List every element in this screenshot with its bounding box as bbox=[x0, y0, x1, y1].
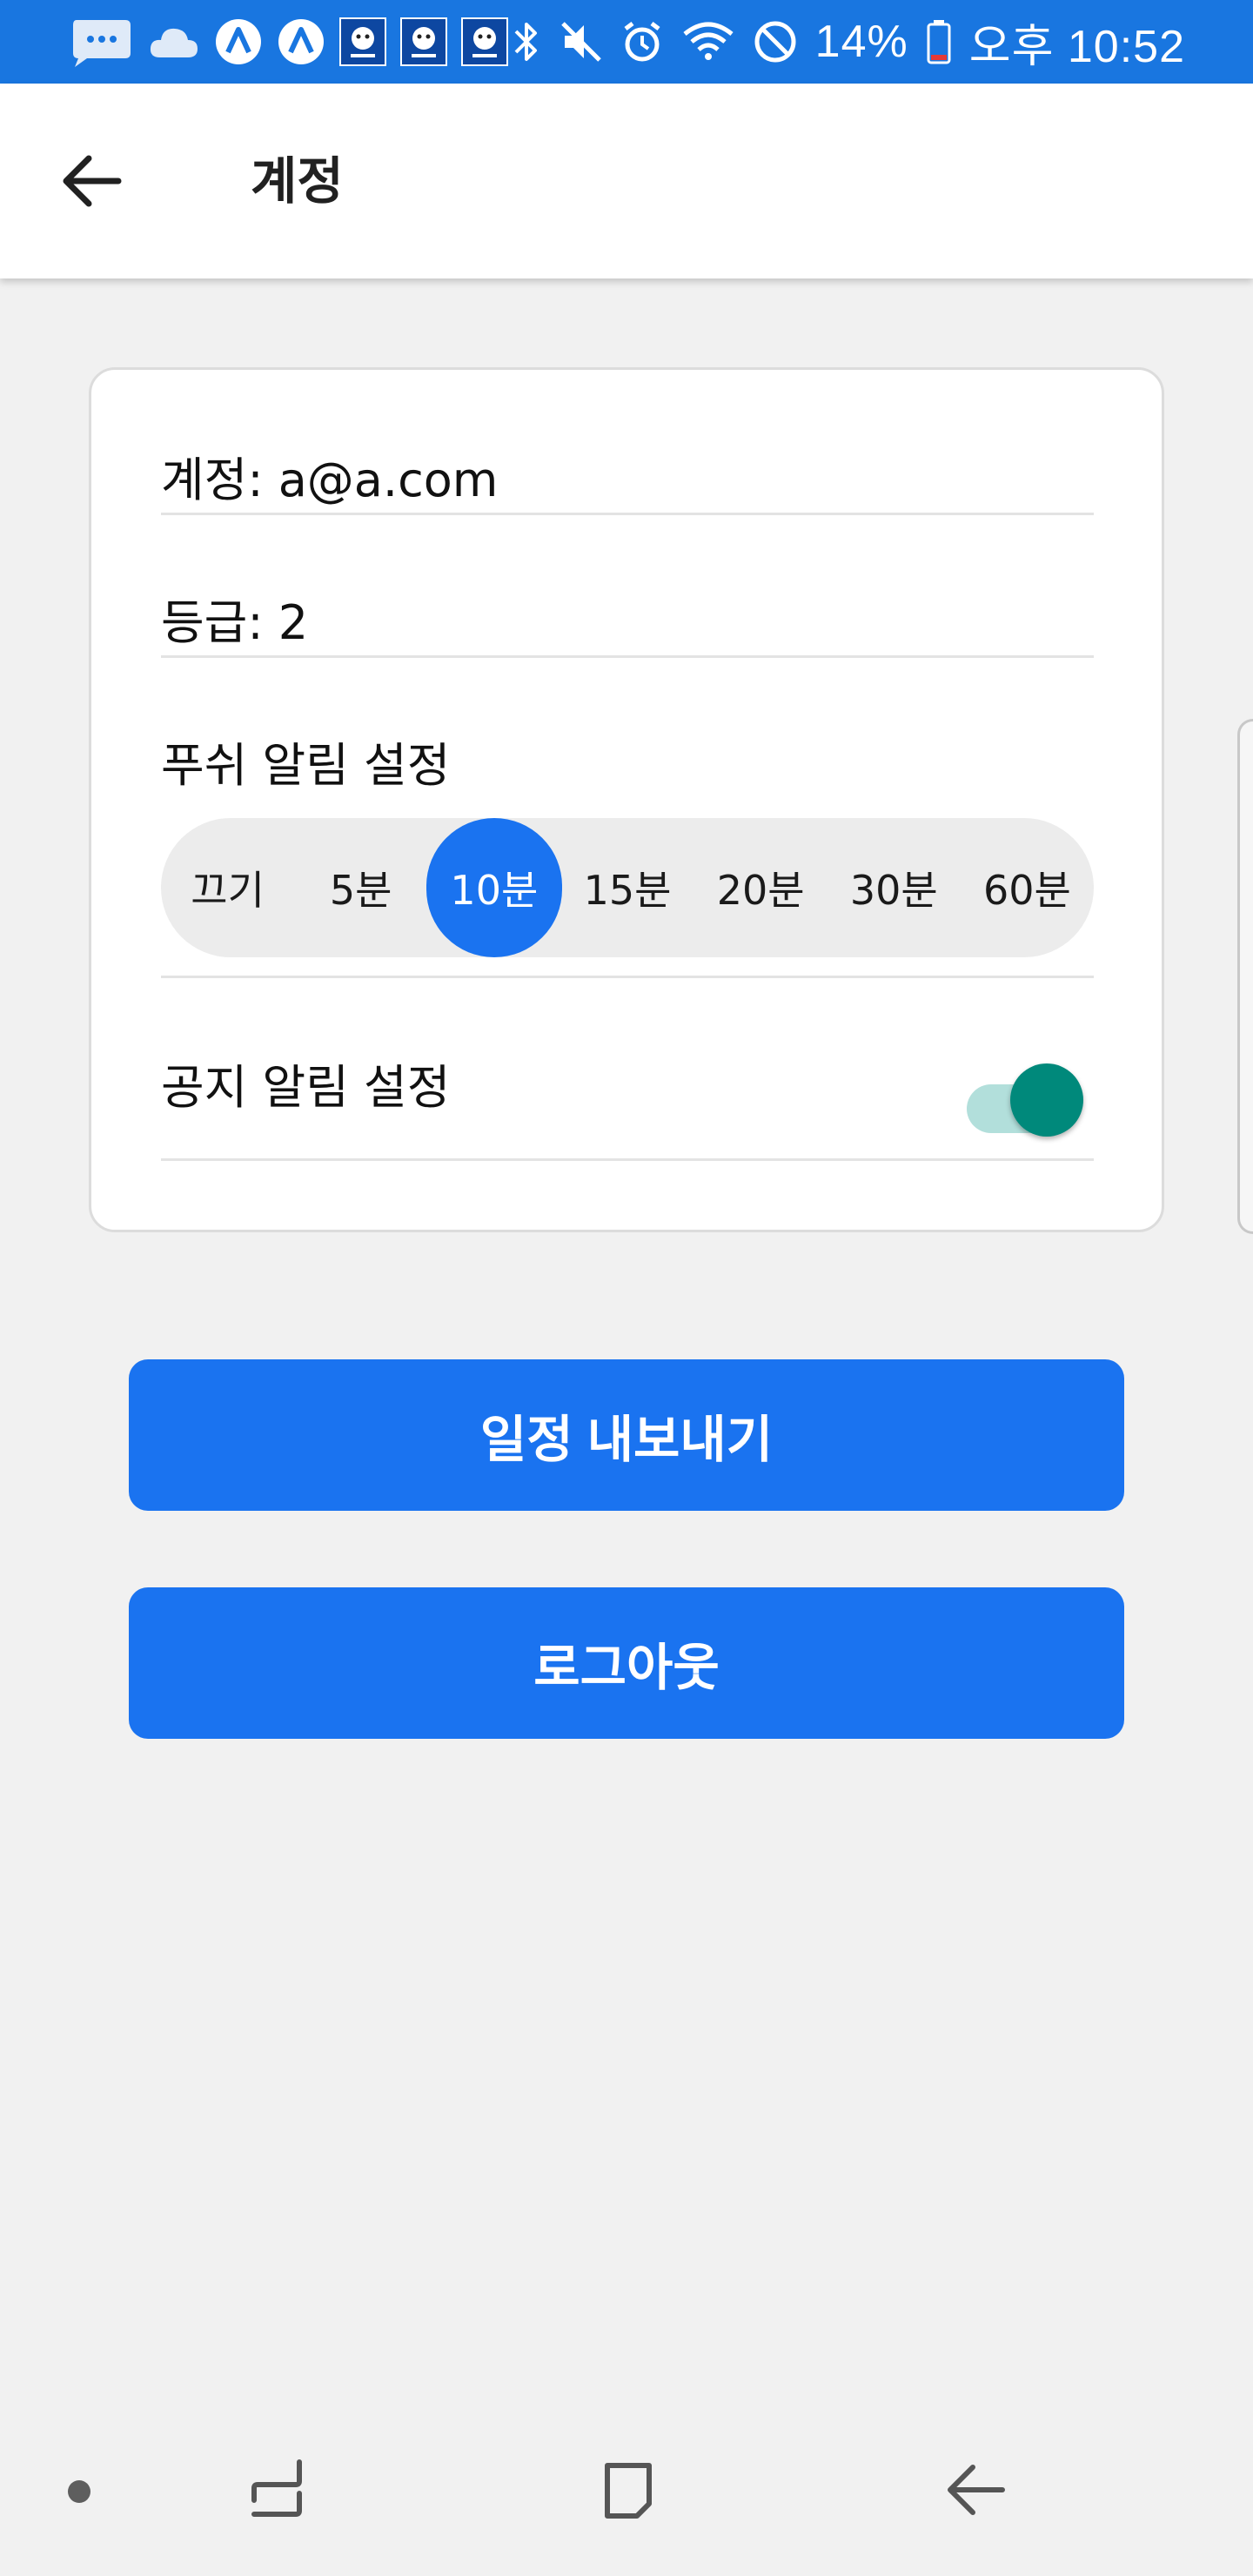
account-grade: 등급: 2 bbox=[161, 595, 309, 650]
divider bbox=[161, 513, 1094, 515]
app-badge-icon bbox=[339, 17, 386, 66]
notice-setting-title: 공지 알림 설정 bbox=[161, 1060, 451, 1115]
back-icon bbox=[948, 2465, 1005, 2515]
chat-bubble-icon bbox=[73, 20, 131, 67]
dot-icon[interactable] bbox=[68, 2480, 90, 2503]
app-badge-icon bbox=[400, 17, 447, 66]
export-schedule-button[interactable]: 일정 내보내기 bbox=[129, 1359, 1124, 1511]
notification-icons bbox=[68, 12, 508, 71]
system-status: 14% 오후 10:52 bbox=[511, 12, 1185, 72]
home-icon bbox=[605, 2463, 652, 2519]
push-option-5min[interactable]: 5분 bbox=[294, 818, 427, 957]
mute-icon bbox=[560, 22, 601, 62]
app-a-icon bbox=[216, 19, 261, 64]
push-option-10min[interactable]: 10분 bbox=[425, 818, 562, 957]
status-bar: 14% 오후 10:52 bbox=[0, 0, 1253, 84]
edge-panel-handle[interactable] bbox=[1237, 719, 1253, 1234]
account-card: 계정: a@a.com 등급: 2 푸쉬 알림 설정 끄기 5분 10분 15분… bbox=[89, 367, 1164, 1232]
cloud-icon bbox=[150, 28, 198, 57]
alarm-icon bbox=[624, 22, 660, 62]
push-option-off[interactable]: 끄기 bbox=[161, 818, 294, 957]
push-option-60min[interactable]: 60분 bbox=[961, 818, 1094, 957]
do-not-disturb-icon bbox=[754, 21, 796, 63]
app-badge-icon bbox=[461, 17, 508, 66]
battery-percent: 14% bbox=[814, 17, 908, 67]
toggle-thumb bbox=[1010, 1063, 1083, 1137]
recent-apps-icon bbox=[251, 2459, 302, 2517]
navigation-bar bbox=[0, 2407, 1253, 2576]
page-title: 계정 bbox=[251, 151, 344, 211]
clock: 오후 10:52 bbox=[968, 21, 1185, 72]
bluetooth-icon bbox=[514, 23, 537, 61]
app-bar: 계정 bbox=[0, 84, 1253, 278]
logout-button[interactable]: 로그아웃 bbox=[129, 1587, 1124, 1739]
push-interval-selector: 끄기 5분 10분 15분 20분 30분 60분 bbox=[161, 818, 1094, 957]
battery-icon bbox=[927, 20, 951, 64]
recent-apps-button[interactable] bbox=[224, 2442, 329, 2538]
push-setting-title: 푸쉬 알림 설정 bbox=[161, 738, 451, 793]
app-a-icon bbox=[278, 19, 324, 64]
home-button[interactable] bbox=[576, 2442, 680, 2538]
arrow-back-icon bbox=[63, 155, 122, 207]
divider bbox=[161, 655, 1094, 658]
push-option-20min[interactable]: 20분 bbox=[694, 818, 828, 957]
push-option-30min[interactable]: 30분 bbox=[828, 818, 961, 957]
back-button[interactable] bbox=[47, 136, 137, 226]
nav-back-button[interactable] bbox=[924, 2442, 1029, 2538]
account-email: 계정: a@a.com bbox=[161, 453, 499, 507]
notice-toggle[interactable] bbox=[967, 1063, 1083, 1137]
divider bbox=[161, 1158, 1094, 1161]
divider bbox=[161, 976, 1094, 978]
push-option-15min[interactable]: 15분 bbox=[560, 818, 694, 957]
wifi-icon bbox=[683, 22, 734, 60]
